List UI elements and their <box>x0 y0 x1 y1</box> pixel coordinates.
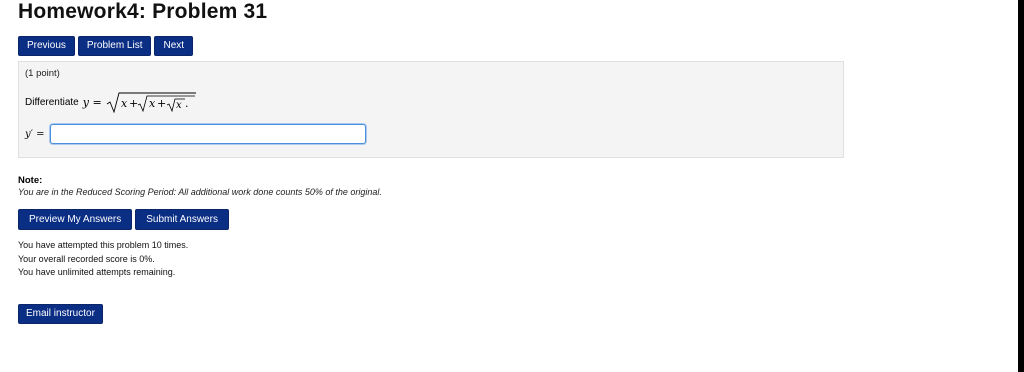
svg-text:+: + <box>129 97 138 110</box>
svg-text:x: x <box>176 100 182 111</box>
next-button[interactable]: Next <box>154 36 194 56</box>
equation-rhs: x + x + x . <box>106 92 198 114</box>
score-text: Your overall recorded score is 0%. <box>18 253 155 264</box>
previous-button[interactable]: Previous <box>18 36 75 56</box>
answer-label: y′ = <box>25 128 45 140</box>
nested-radical: x + x + x . <box>106 92 196 114</box>
answer-input[interactable] <box>50 124 367 144</box>
attempts-text: You have attempted this problem 10 times… <box>18 240 189 250</box>
window-edge <box>1018 0 1024 372</box>
email-instructor-button[interactable]: Email instructor <box>18 304 103 324</box>
email-section: Email instructor <box>18 303 103 324</box>
problem-prompt: Differentiate <box>25 96 79 108</box>
svg-text:.: . <box>185 97 189 110</box>
svg-text:x: x <box>149 97 156 110</box>
problem-points: (1 point) <box>25 68 60 79</box>
submit-answers-button[interactable]: Submit Answers <box>135 209 229 230</box>
problem-list-button[interactable]: Problem List <box>77 36 152 56</box>
page-title: Homework4: Problem 31 <box>18 0 268 23</box>
note-text: You are in the Reduced Scoring Period: A… <box>18 187 382 197</box>
answer-row: y′ = <box>25 124 367 144</box>
problem-panel: (1 point) Differentiate y = x + x + x . … <box>18 61 844 158</box>
remaining-text: You have unlimited attempts remaining. <box>18 267 176 277</box>
svg-text:+: + <box>157 97 166 110</box>
problem-nav: Previous Problem List Next <box>18 36 194 56</box>
preview-answers-button[interactable]: Preview My Answers <box>18 209 133 230</box>
svg-text:x: x <box>121 97 128 110</box>
problem-statement: Differentiate y = x + x + x . <box>25 92 198 114</box>
answer-actions: Preview My Answers Submit Answers <box>18 209 229 230</box>
equation-lhs: y = <box>82 95 102 109</box>
attempt-status: You have attempted this problem 10 times… <box>18 239 188 280</box>
note-title: Note: <box>18 175 43 186</box>
